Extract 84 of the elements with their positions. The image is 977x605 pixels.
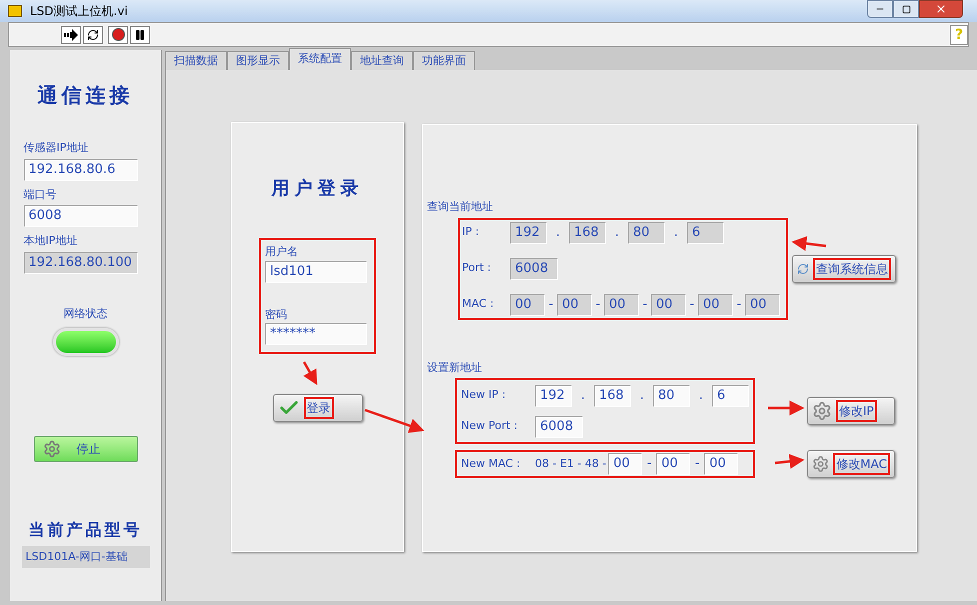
text-field[interactable]: 00 — [704, 453, 738, 475]
separator-text: - — [688, 296, 696, 314]
field-label: Port : — [462, 260, 492, 276]
model-title: 当前产品型号 — [28, 519, 142, 541]
field-label: 传感器IP地址 — [24, 140, 90, 156]
close-icon — [935, 3, 947, 15]
text-field[interactable]: 6 — [712, 384, 749, 406]
tab[interactable]: 图形显示 — [227, 51, 289, 70]
app-icon — [8, 5, 22, 17]
text-field[interactable]: 168 — [569, 222, 606, 244]
section-heading: 查询当前地址 — [427, 199, 494, 215]
separator-text: - — [548, 296, 554, 314]
separator-text: - — [646, 455, 653, 474]
tab[interactable]: 扫描数据 — [165, 51, 227, 70]
separator-text: - — [594, 296, 602, 314]
text-field[interactable]: 6008 — [510, 258, 558, 280]
field-label: IP : — [462, 224, 480, 240]
field-label: 本地IP地址 — [24, 233, 78, 249]
text-field[interactable]: 192 — [510, 222, 547, 244]
action-button[interactable]: 查询系统信息 — [792, 254, 896, 282]
close-button[interactable] — [919, 0, 963, 18]
text-field[interactable]: 00 — [656, 453, 690, 475]
separator-text: . — [672, 224, 680, 242]
gear-icon — [812, 454, 830, 474]
maximize-icon — [902, 4, 910, 14]
annotation-arrow — [768, 400, 804, 416]
username-field[interactable]: lsd101 — [265, 260, 367, 282]
text-field[interactable]: 00 — [698, 294, 733, 316]
maximize-button[interactable] — [893, 0, 919, 18]
separator-text: . — [638, 386, 646, 405]
section-heading: 设置新地址 — [427, 360, 483, 376]
gear-icon — [812, 401, 832, 421]
separator-text: - — [642, 296, 648, 314]
panel-title: 通信连接 — [38, 82, 134, 109]
run-continuously-icon[interactable] — [83, 26, 103, 44]
abort-icon[interactable] — [108, 26, 128, 44]
text-field[interactable]: 00 — [745, 294, 780, 316]
field-label: MAC : — [462, 296, 495, 312]
text-field[interactable]: 168 — [594, 384, 631, 406]
mac-prefix: 08 - E1 - 48 - — [535, 456, 606, 472]
field-label: 用户名 — [265, 244, 299, 260]
text-field[interactable]: 00 — [651, 294, 686, 316]
separator-text: . — [554, 224, 562, 242]
password-field[interactable]: ******* — [265, 323, 367, 345]
text-field[interactable]: 80 — [628, 222, 665, 244]
action-button[interactable]: 修改IP — [807, 397, 895, 425]
text-field[interactable]: 80 — [653, 384, 690, 406]
field-label: 密码 — [265, 306, 288, 322]
text-field[interactable]: 6008 — [24, 205, 138, 227]
stop-button[interactable]: 停止 — [34, 436, 138, 462]
pause-icon[interactable] — [130, 26, 150, 44]
text-field[interactable]: 6 — [687, 222, 724, 244]
tab[interactable]: 地址查询 — [351, 51, 413, 70]
text-field[interactable]: 00 — [608, 453, 642, 475]
separator-text: - — [694, 455, 701, 474]
text-field[interactable]: 192.168.80.6 — [24, 158, 138, 180]
text-field[interactable]: 00 — [604, 294, 639, 316]
annotation-arrow — [774, 454, 804, 469]
action-button[interactable]: 修改MAC — [807, 450, 895, 478]
field-label: New IP : — [461, 387, 507, 404]
tab[interactable]: 系统配置 — [289, 48, 351, 70]
window-title: LSD测试上位机.vi — [30, 3, 128, 20]
tab[interactable]: 功能界面 — [413, 51, 475, 70]
status-label: 网络状态 — [64, 306, 108, 322]
gear-icon — [42, 440, 60, 458]
text-field[interactable]: 00 — [557, 294, 592, 316]
run-icon[interactable] — [61, 26, 81, 44]
field-label: New MAC : — [461, 456, 522, 472]
separator-text: . — [698, 386, 704, 405]
annotation-arrow — [302, 361, 318, 386]
annotation-arrow — [364, 408, 424, 433]
text-field[interactable]: 192.168.80.100 — [24, 252, 138, 274]
action-button[interactable]: 登录 — [272, 394, 362, 422]
text-field[interactable]: 00 — [510, 294, 545, 316]
field-label: New Port : — [461, 418, 518, 434]
field-label: 端口号 — [24, 186, 58, 202]
separator-text: . — [614, 224, 620, 242]
separator-text: - — [736, 296, 742, 314]
annotation-arrow — [792, 236, 826, 251]
separator-text: . — [580, 386, 586, 405]
panel-title: 用户登录 — [272, 177, 364, 201]
text-field[interactable]: 192 — [535, 384, 572, 406]
model-field: LSD101A-网口-基础 — [22, 546, 150, 568]
text-field[interactable]: 6008 — [535, 416, 583, 438]
